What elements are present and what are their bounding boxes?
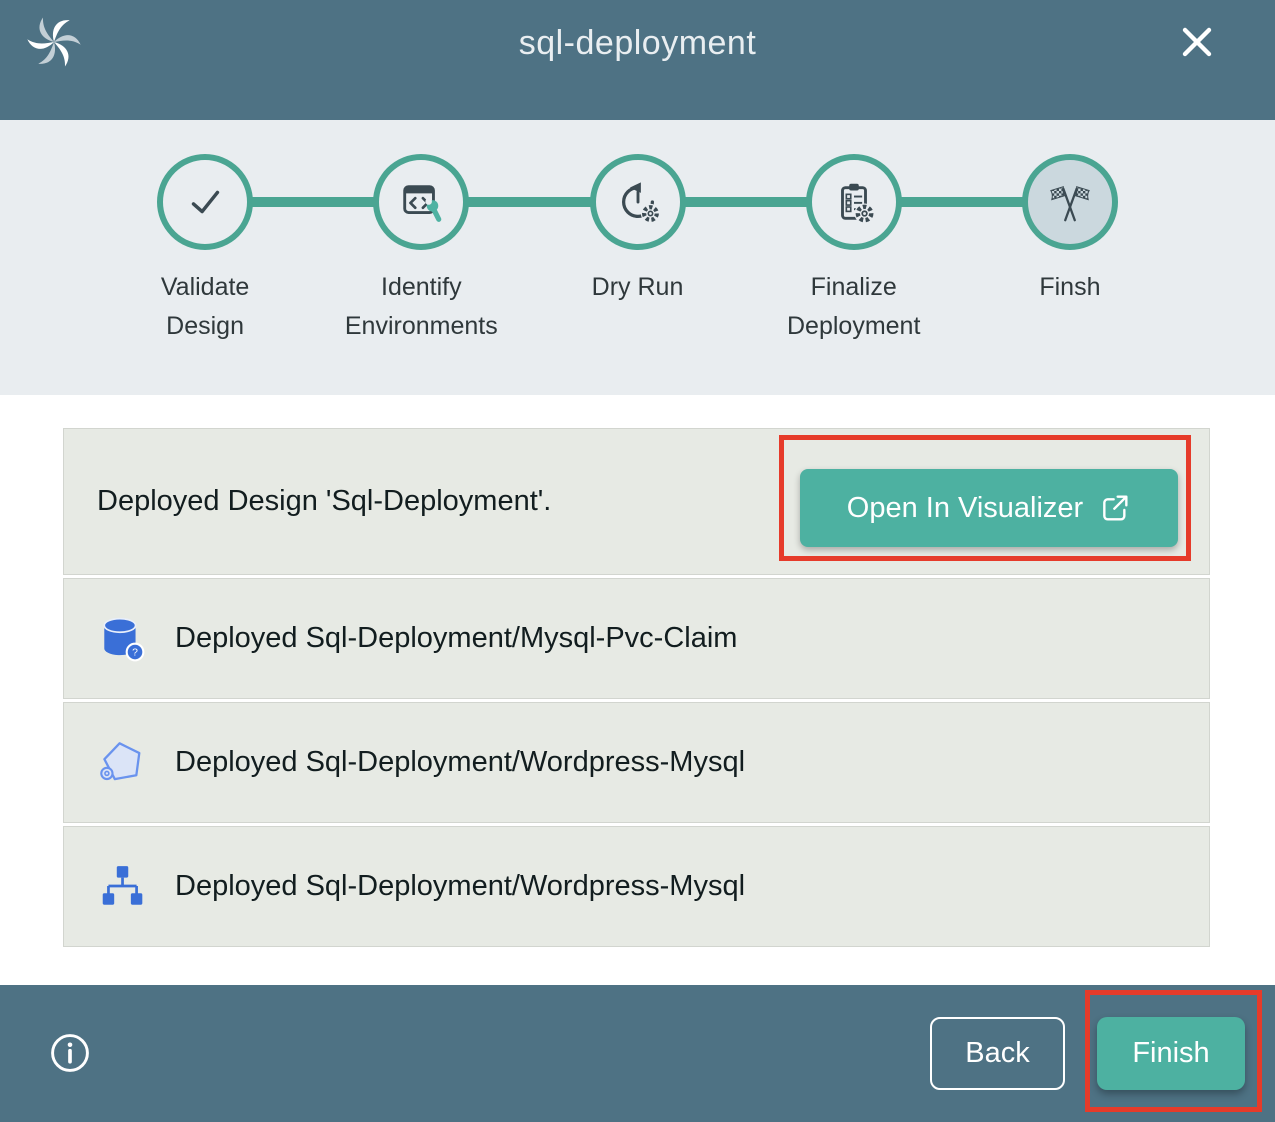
svg-text:?: ? <box>132 647 138 658</box>
step-label: Finsh <box>1039 268 1100 307</box>
step-label: FinalizeDeployment <box>787 268 920 346</box>
deployment-wizard-modal: sql-deployment ValidateDesign <box>0 0 1275 1122</box>
step-finish: Finsh <box>962 120 1178 346</box>
deployed-item-text: Deployed Sql-Deployment/Wordpress-Mysql <box>175 870 745 903</box>
step-finalize-deployment: FinalizeDeployment <box>746 120 962 346</box>
deployment-stepper: ValidateDesign IdentifyEnvironments <box>0 120 1275 395</box>
step-circle <box>1022 154 1118 250</box>
open-in-visualizer-label: Open In Visualizer <box>847 492 1083 525</box>
open-in-visualizer-button[interactable]: Open In Visualizer <box>800 469 1178 547</box>
step-circle <box>157 154 253 250</box>
results-panel: Deployed Design 'Sql-Deployment'. Open I… <box>0 395 1275 985</box>
finish-flags-icon <box>1047 179 1093 225</box>
step-circle <box>590 154 686 250</box>
deployed-item-text: Deployed Sql-Deployment/Wordpress-Mysql <box>175 746 745 779</box>
deployed-design-row: Deployed Design 'Sql-Deployment'. Open I… <box>63 428 1210 575</box>
modal-footer: Back Finish <box>0 985 1275 1122</box>
info-icon[interactable] <box>48 1031 92 1075</box>
back-button[interactable]: Back <box>930 1017 1065 1090</box>
code-wrench-icon <box>398 179 444 225</box>
step-circle <box>373 154 469 250</box>
sync-gear-icon <box>615 179 661 225</box>
step-identify-environments: IdentifyEnvironments <box>313 120 529 346</box>
external-link-icon <box>1099 492 1131 524</box>
deployment-tree-icon <box>97 862 147 912</box>
open-in-visualizer-highlight: Open In Visualizer <box>779 435 1191 561</box>
step-validate-design: ValidateDesign <box>97 120 313 346</box>
database-icon: ? <box>97 614 147 664</box>
step-label: Dry Run <box>592 268 684 307</box>
deployed-item-row: Deployed Sql-Deployment/Wordpress-Mysql <box>63 826 1210 947</box>
step-label: IdentifyEnvironments <box>345 268 498 346</box>
deployed-design-text: Deployed Design 'Sql-Deployment'. <box>97 485 551 518</box>
step-label: ValidateDesign <box>161 268 250 346</box>
close-icon[interactable] <box>1177 22 1217 62</box>
deployed-item-row: ? Deployed Sql-Deployment/Mysql-Pvc-Clai… <box>63 578 1210 699</box>
modal-header: sql-deployment <box>0 0 1275 120</box>
deployed-item-row: Deployed Sql-Deployment/Wordpress-Mysql <box>63 702 1210 823</box>
step-dry-run: Dry Run <box>529 120 745 346</box>
clipboard-gear-icon <box>831 179 877 225</box>
modal-title: sql-deployment <box>0 24 1275 63</box>
check-icon <box>182 179 228 225</box>
step-circle <box>806 154 902 250</box>
service-pentagon-icon <box>97 738 147 788</box>
deployed-item-text: Deployed Sql-Deployment/Mysql-Pvc-Claim <box>175 622 737 655</box>
finish-button[interactable]: Finish <box>1097 1017 1245 1090</box>
